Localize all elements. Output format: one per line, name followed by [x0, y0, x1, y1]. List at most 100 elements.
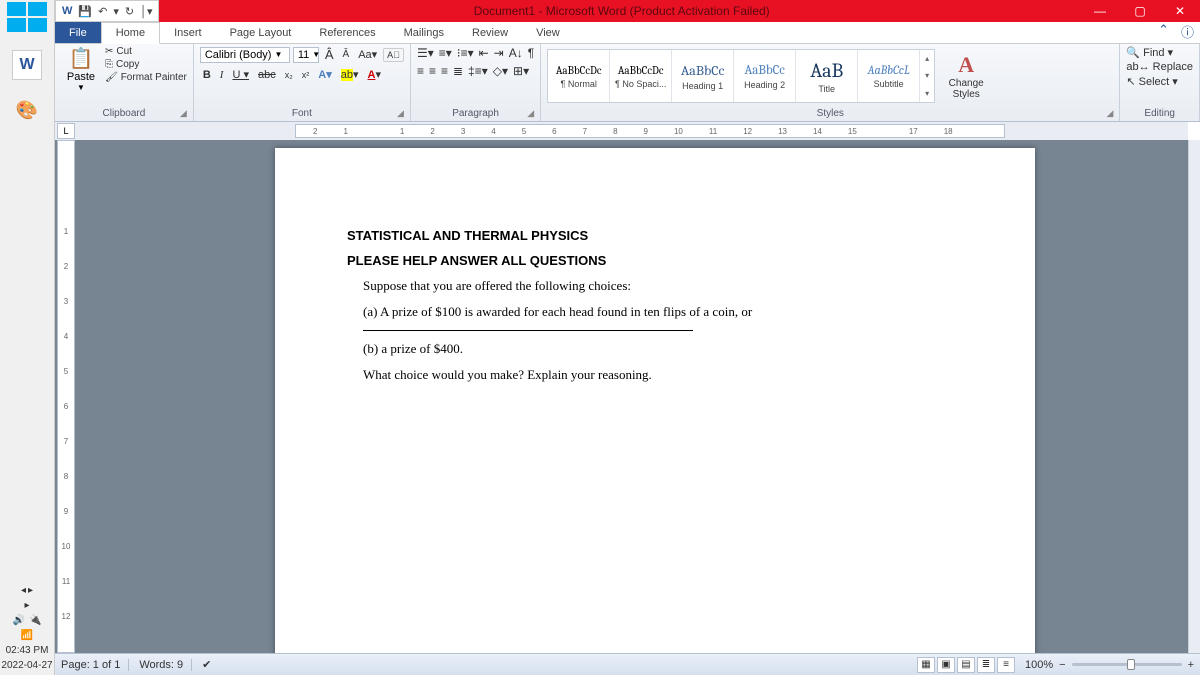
numbering-button[interactable]: ≡▾: [439, 46, 452, 60]
web-layout-view-button[interactable]: ▤: [957, 657, 975, 673]
tab-view[interactable]: View: [522, 22, 574, 43]
ribbon-tabs: File Home Insert Page Layout References …: [55, 22, 1200, 44]
select-button[interactable]: ↖Select ▾: [1126, 75, 1193, 88]
group-paragraph: ☰▾ ≡▾ ⁝≡▾ ⇤ ⇥ A↓ ¶ ≡ ≡ ≡ ≣ ‡≡▾ ◇▾ ⊞▾: [411, 44, 541, 121]
ruler-row: L 211234567891011121314151718: [55, 122, 1188, 140]
doc-paragraph: What choice would you make? Explain your…: [363, 367, 963, 383]
style-item[interactable]: AaBTitle: [796, 50, 858, 102]
qat-undo-icon[interactable]: ↶: [96, 5, 109, 18]
style-item[interactable]: AaBbCcDc¶ No Spaci...: [610, 50, 672, 102]
align-right-button[interactable]: ≡: [441, 64, 448, 78]
zoom-level[interactable]: 100%: [1025, 659, 1053, 671]
status-bar: Page: 1 of 1 Words: 9 ✔ ▦ ▣ ▤ ≣ ≡ 100% −…: [55, 653, 1200, 675]
replace-icon: ab↔: [1126, 61, 1149, 73]
draft-view-button[interactable]: ≡: [997, 657, 1015, 673]
zoom-in-button[interactable]: +: [1188, 659, 1194, 671]
tab-selector-button[interactable]: L: [57, 123, 75, 139]
brush-icon: 🖌: [105, 72, 118, 83]
tab-file[interactable]: File: [55, 22, 101, 43]
dialog-launcher-icon[interactable]: ◢: [397, 108, 404, 119]
paste-button[interactable]: 📋 Paste ▼: [61, 46, 101, 92]
spell-check-icon[interactable]: ✔: [202, 658, 211, 671]
bold-button[interactable]: B: [200, 68, 214, 82]
tray-time[interactable]: 02:43 PM: [6, 645, 49, 656]
dialog-launcher-icon[interactable]: ◢: [180, 108, 187, 119]
dialog-launcher-icon[interactable]: ◢: [1106, 108, 1113, 119]
help-icon[interactable]: ⓘ: [1175, 22, 1200, 43]
bullets-button[interactable]: ☰▾: [417, 46, 434, 60]
styles-scroll[interactable]: ▴▾▾: [920, 50, 934, 102]
vertical-ruler[interactable]: 123456789101112: [57, 140, 75, 653]
format-painter-button[interactable]: 🖌Format Painter: [105, 72, 187, 83]
clear-format-button[interactable]: A⃠: [383, 48, 404, 62]
multilevel-button[interactable]: ⁝≡▾: [457, 46, 474, 60]
qat-save-icon[interactable]: 💾: [76, 5, 94, 18]
change-styles-button[interactable]: A Change Styles: [943, 52, 989, 100]
status-page[interactable]: Page: 1 of 1: [61, 659, 129, 671]
windows-start-icon[interactable]: [7, 2, 47, 32]
tab-references[interactable]: References: [305, 22, 389, 43]
replace-button[interactable]: ab↔Replace: [1126, 61, 1193, 73]
zoom-slider[interactable]: [1072, 663, 1182, 666]
horizontal-ruler[interactable]: 211234567891011121314151718: [295, 124, 1005, 138]
full-screen-view-button[interactable]: ▣: [937, 657, 955, 673]
doc-paragraph: Suppose that you are offered the followi…: [363, 278, 963, 294]
find-button[interactable]: 🔍Find ▾: [1126, 46, 1193, 59]
font-name-input[interactable]: Calibri (Body)▼: [200, 47, 290, 63]
vertical-scrollbar[interactable]: [1188, 140, 1200, 653]
status-words[interactable]: Words: 9: [139, 659, 192, 671]
word-app-icon[interactable]: W: [12, 50, 42, 80]
group-font: Calibri (Body)▼ 11▼ Â Ǎ Aa▾ A⃠ B I U ▾…: [194, 44, 411, 121]
text-effects-button[interactable]: A▾: [315, 67, 334, 82]
minimize-button[interactable]: —: [1080, 0, 1120, 22]
borders-button[interactable]: ⊞▾: [513, 64, 529, 78]
style-item[interactable]: AaBbCcHeading 1: [672, 50, 734, 102]
dialog-launcher-icon[interactable]: ◢: [527, 108, 534, 119]
underline-button[interactable]: U ▾: [229, 67, 252, 82]
align-center-button[interactable]: ≡: [429, 64, 436, 78]
maximize-button[interactable]: ▢: [1120, 0, 1160, 22]
tab-insert[interactable]: Insert: [160, 22, 216, 43]
tab-home[interactable]: Home: [101, 22, 160, 44]
decrease-indent-button[interactable]: ⇤: [479, 46, 489, 60]
volume-icon[interactable]: 🔊: [13, 615, 25, 626]
ribbon-minimize-icon[interactable]: ⌃: [1152, 22, 1175, 43]
shrink-font-button[interactable]: Ǎ: [340, 48, 353, 61]
change-case-button[interactable]: Aa▾: [355, 47, 380, 62]
font-size-value: 11: [298, 49, 309, 61]
tab-mailings[interactable]: Mailings: [390, 22, 458, 43]
show-marks-button[interactable]: ¶: [528, 46, 534, 60]
network-icon[interactable]: 📶: [21, 630, 33, 641]
style-item[interactable]: AaBbCcHeading 2: [734, 50, 796, 102]
tab-review[interactable]: Review: [458, 22, 522, 43]
sort-button[interactable]: A↓: [509, 46, 523, 60]
qat-redo-icon[interactable]: ↻: [123, 5, 136, 18]
tray-date[interactable]: 2022-04-27: [1, 660, 52, 671]
copy-button[interactable]: ⎘Copy: [105, 59, 187, 70]
superscript-button[interactable]: x²: [299, 69, 313, 81]
zoom-out-button[interactable]: −: [1059, 659, 1065, 671]
print-layout-view-button[interactable]: ▦: [917, 657, 935, 673]
styles-gallery[interactable]: AaBbCcDc¶ NormalAaBbCcDc¶ No Spaci...AaB…: [547, 49, 935, 103]
style-item[interactable]: AaBbCcLSubtitle: [858, 50, 920, 102]
tab-page-layout[interactable]: Page Layout: [216, 22, 306, 43]
document-page[interactable]: STATISTICAL AND THERMAL PHYSICS PLEASE H…: [275, 148, 1035, 653]
font-size-input[interactable]: 11▼: [293, 47, 319, 63]
subscript-button[interactable]: x₂: [282, 69, 296, 81]
italic-button[interactable]: I: [217, 68, 227, 82]
highlight-button[interactable]: ab▾: [338, 67, 362, 82]
paint-app-icon[interactable]: 🎨: [12, 95, 42, 125]
align-left-button[interactable]: ≡: [417, 64, 424, 78]
grow-font-button[interactable]: Â: [322, 46, 337, 63]
close-button[interactable]: ✕: [1160, 0, 1200, 22]
line-spacing-button[interactable]: ‡≡▾: [468, 64, 488, 78]
outline-view-button[interactable]: ≣: [977, 657, 995, 673]
battery-icon[interactable]: 🔌: [29, 615, 41, 626]
strike-button[interactable]: abc: [255, 68, 279, 82]
cut-button[interactable]: ✂Cut: [105, 46, 187, 57]
increase-indent-button[interactable]: ⇥: [494, 46, 504, 60]
font-color-button[interactable]: A▾: [365, 67, 384, 82]
justify-button[interactable]: ≣: [453, 64, 463, 78]
style-item[interactable]: AaBbCcDc¶ Normal: [548, 50, 610, 102]
shading-button[interactable]: ◇▾: [493, 64, 508, 78]
